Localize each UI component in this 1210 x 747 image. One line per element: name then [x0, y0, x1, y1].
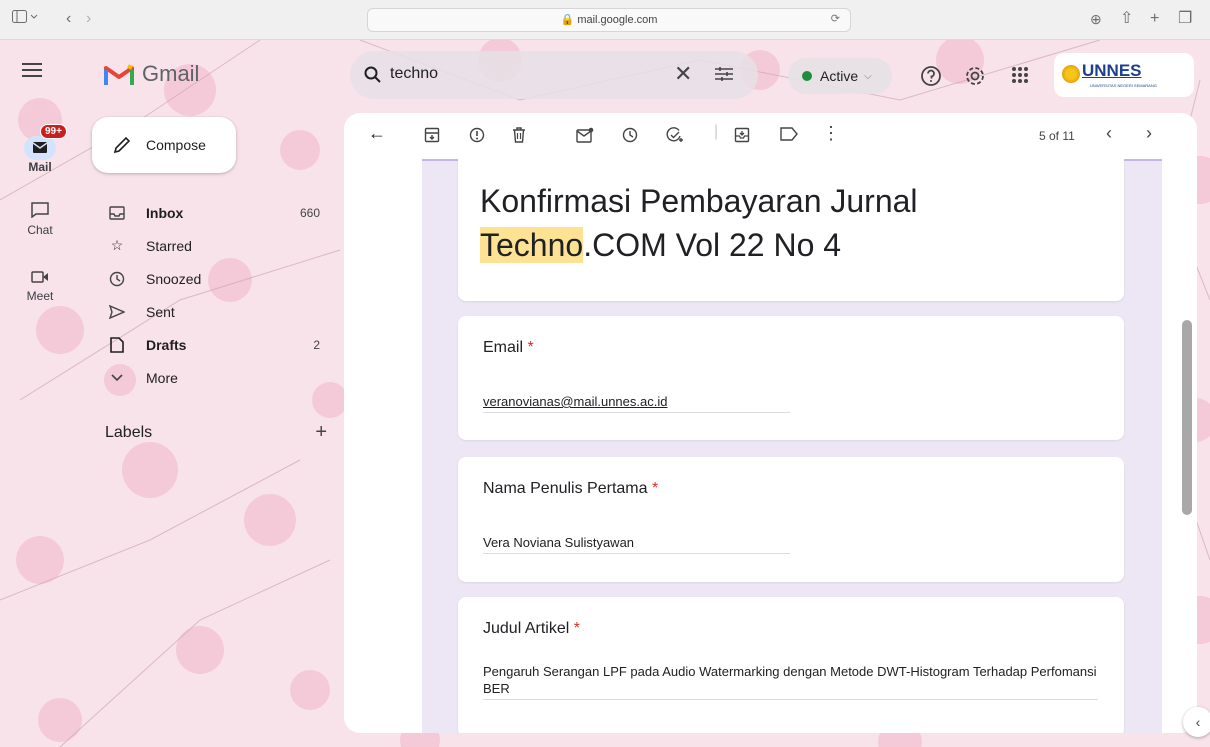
- older-icon[interactable]: ›: [1146, 123, 1152, 144]
- meet-icon: [0, 270, 80, 287]
- field-answer-email[interactable]: veranovianas@mail.unnes.ac.id: [483, 394, 790, 413]
- pencil-icon: [113, 136, 131, 154]
- download-icon[interactable]: ⊕: [1090, 10, 1102, 28]
- nav-item-inbox[interactable]: Inbox 660: [100, 196, 340, 229]
- compose-label: Compose: [146, 137, 206, 153]
- send-icon: [106, 304, 128, 319]
- unnes-logo-icon: [1062, 65, 1080, 83]
- settings-icon[interactable]: [964, 65, 986, 92]
- star-icon: ☆: [110, 237, 124, 253]
- account-switcher[interactable]: UNNES UNIVERSITAS NEGERI SEMARANG: [1054, 53, 1194, 97]
- chevron-down-icon: ⌵: [864, 70, 872, 82]
- nav-item-sent[interactable]: Sent: [100, 295, 340, 328]
- field-question: Judul Artikel *: [483, 620, 580, 637]
- help-icon[interactable]: [920, 65, 942, 92]
- form-field-first-author: Nama Penulis Pertama * Vera Noviana Suli…: [458, 457, 1124, 582]
- report-spam-icon[interactable]: [469, 127, 485, 148]
- clear-search-icon[interactable]: ✕: [674, 63, 692, 85]
- drafts-count: 2: [313, 337, 320, 352]
- status-label: Active: [820, 68, 859, 84]
- apps-grid-icon[interactable]: [1010, 65, 1030, 90]
- email-body: Konfirmasi Pembayaran Jurnal Techno.COM …: [422, 159, 1162, 733]
- url-text: 🔒 mail.google.com: [560, 14, 658, 26]
- message-toolbar: ← | ⋮ 5 of 11 ‹ ›: [344, 113, 1197, 159]
- form-title: Konfirmasi Pembayaran Jurnal Techno.COM …: [480, 183, 918, 263]
- new-tab-icon[interactable]: +: [1150, 10, 1159, 28]
- search-highlight: Techno: [480, 227, 584, 263]
- folder-nav: Inbox 660 ☆ Starred Snoozed Sent Drafts …: [100, 196, 340, 394]
- message-panel: ← | ⋮ 5 of 11 ‹ › Konfirmasi Pembayaran …: [344, 113, 1197, 733]
- rail-item-chat[interactable]: Chat: [0, 202, 80, 237]
- forward-icon[interactable]: ›: [86, 10, 91, 28]
- delete-icon[interactable]: [512, 127, 526, 148]
- search-bar[interactable]: techno ✕: [350, 51, 758, 99]
- gmail-m-icon: [104, 63, 134, 85]
- org-name: UNNES: [1082, 61, 1142, 80]
- browser-toolbar: ‹ › 🔒 mail.google.com ⟳ ⊕ ⇧ + ❐: [0, 0, 1210, 40]
- gmail-logo[interactable]: Gmail: [104, 61, 199, 87]
- draft-icon: [106, 336, 128, 353]
- labels-section: Labels +: [105, 422, 327, 442]
- back-icon[interactable]: ‹: [66, 10, 71, 28]
- nav-item-drafts[interactable]: Drafts 2: [100, 328, 340, 361]
- labels-heading: Labels: [105, 424, 153, 441]
- rail-item-mail[interactable]: Mail: [0, 136, 80, 174]
- search-input[interactable]: techno: [390, 65, 438, 83]
- side-panel-toggle-icon[interactable]: ‹: [1183, 707, 1210, 737]
- field-question: Email *: [483, 339, 534, 356]
- field-answer-author: Vera Noviana Sulistyawan: [483, 535, 790, 554]
- toolbar-divider: |: [714, 123, 719, 140]
- newer-icon[interactable]: ‹: [1106, 123, 1112, 144]
- snooze-icon[interactable]: [622, 127, 638, 148]
- status-dot: [802, 71, 812, 81]
- scrollbar-thumb[interactable]: [1182, 320, 1192, 515]
- pagination-text: 5 of 11: [1039, 129, 1075, 143]
- tabs-overview-icon[interactable]: ❐: [1178, 10, 1192, 28]
- add-task-icon[interactable]: [666, 127, 684, 148]
- address-bar[interactable]: 🔒 mail.google.com ⟳: [367, 8, 851, 32]
- form-title-card: Konfirmasi Pembayaran Jurnal Techno.COM …: [458, 159, 1124, 301]
- field-answer-article: Pengaruh Serangan LPF pada Audio Waterma…: [483, 663, 1098, 700]
- rail-item-meet[interactable]: Meet: [0, 270, 80, 303]
- form-field-article-title: Judul Artikel * Pengaruh Serangan LPF pa…: [458, 597, 1124, 733]
- status-button[interactable]: Active ⌵: [788, 58, 892, 94]
- reload-icon[interactable]: ⟳: [831, 12, 840, 25]
- field-question: Nama Penulis Pertama *: [483, 480, 659, 497]
- mail-icon: [24, 136, 56, 160]
- archive-icon[interactable]: [424, 127, 440, 148]
- sidebar-toggle-icon[interactable]: [12, 10, 40, 29]
- nav-item-snoozed[interactable]: Snoozed: [100, 262, 340, 295]
- inbox-icon: [106, 205, 128, 220]
- search-icon[interactable]: [364, 66, 382, 89]
- chat-icon: [0, 202, 80, 221]
- chevron-down-icon: [106, 373, 128, 382]
- move-to-icon[interactable]: [734, 127, 750, 148]
- inbox-count: 660: [299, 205, 320, 220]
- back-to-list-icon[interactable]: ←: [368, 123, 386, 144]
- app-rail: Mail Chat Meet: [0, 40, 80, 747]
- org-subtitle: UNIVERSITAS NEGERI SEMARANG: [1090, 83, 1157, 88]
- nav-item-more[interactable]: More: [100, 361, 340, 394]
- unread-badge: 99+: [40, 124, 67, 139]
- add-label-button[interactable]: +: [315, 422, 327, 442]
- nav-item-starred[interactable]: ☆ Starred: [100, 229, 340, 262]
- compose-button[interactable]: Compose: [92, 117, 236, 173]
- form-field-email: Email * veranovianas@mail.unnes.ac.id: [458, 316, 1124, 440]
- label-icon[interactable]: [780, 127, 798, 146]
- more-options-icon[interactable]: ⋮: [822, 123, 840, 144]
- clock-icon: [106, 271, 128, 287]
- search-options-icon[interactable]: [714, 65, 734, 88]
- share-icon[interactable]: ⇧: [1120, 10, 1133, 28]
- mark-unread-icon[interactable]: [576, 127, 594, 148]
- gmail-wordmark: Gmail: [142, 61, 200, 86]
